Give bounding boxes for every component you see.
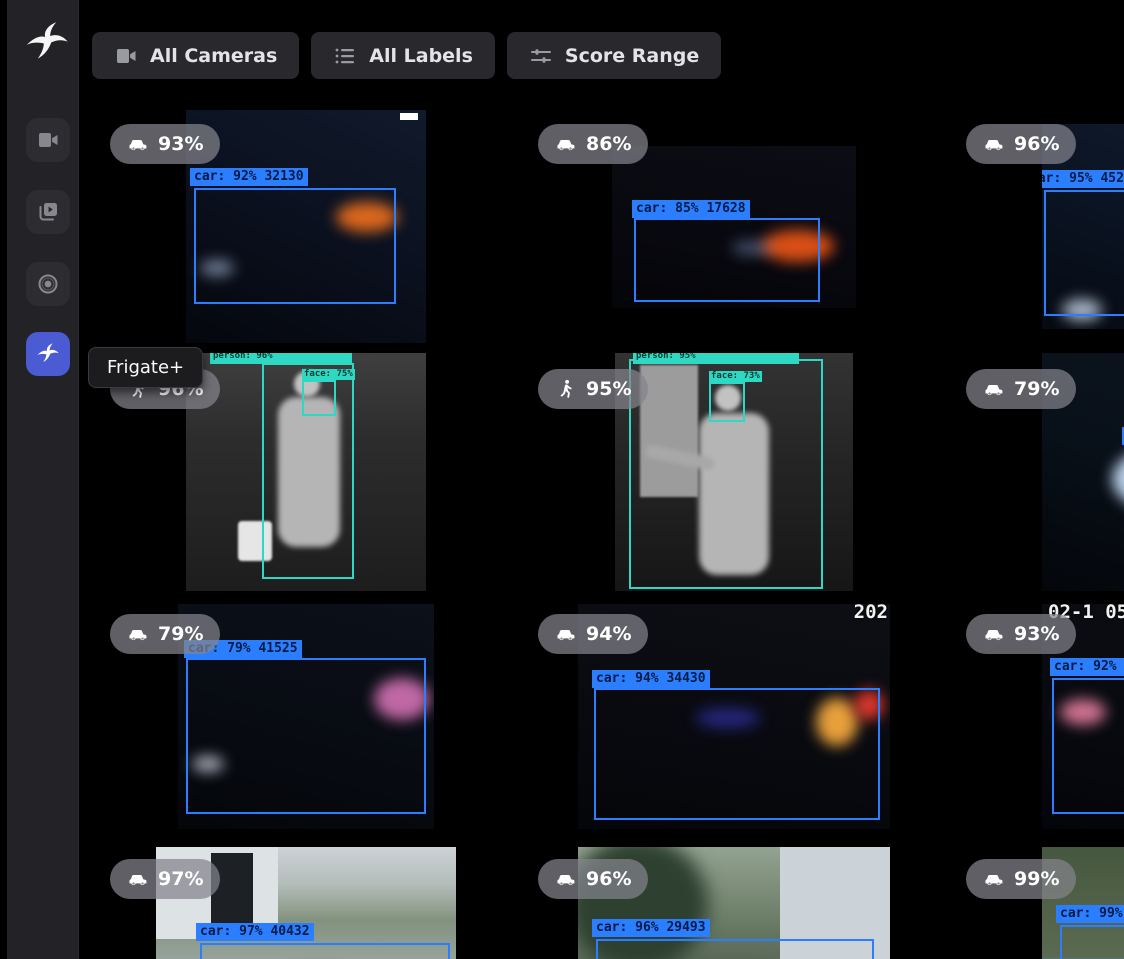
score-range-label: Score Range: [565, 45, 699, 67]
badge-score: 79%: [1014, 378, 1059, 400]
snapshot-thumbnail[interactable]: car: 92% 32130: [186, 110, 426, 343]
detection-card[interactable]: 96% car: 96% 29493: [520, 839, 948, 959]
score-badge: 93%: [110, 124, 220, 164]
frigate-bird-icon: [24, 20, 70, 66]
timestamp-overlay: 202: [854, 604, 888, 623]
badge-score: 86%: [586, 133, 631, 155]
badge-score: 96%: [586, 868, 631, 890]
detection-grid: 93% car: 92% 32130 86% car: 85% 17628: [80, 104, 1124, 959]
badge-score: 95%: [586, 378, 631, 400]
detection-label: car: 92% 4218: [1050, 658, 1124, 676]
detection-label: car: 99% 25: [1056, 905, 1124, 923]
badge-score: 93%: [158, 133, 203, 155]
bounding-box: [1044, 190, 1124, 316]
filter-bar: All Cameras All Labels Score Range: [92, 32, 721, 79]
detection-label: person: 96%: [210, 353, 352, 364]
bounding-box: [594, 688, 880, 820]
sidebar-item-review[interactable]: [26, 190, 70, 234]
score-range-button[interactable]: Score Range: [507, 32, 721, 79]
all-labels-label: All Labels: [369, 45, 473, 67]
badge-score: 94%: [586, 623, 631, 645]
score-badge: 94%: [538, 614, 648, 654]
score-badge: 96%: [538, 859, 648, 899]
badge-score: 97%: [158, 868, 203, 890]
score-badge: 86%: [538, 124, 648, 164]
score-badge: 93%: [966, 614, 1076, 654]
frigate-bird-icon: [36, 342, 60, 366]
badge-score: 96%: [1014, 133, 1059, 155]
doorway-shape: [211, 853, 253, 927]
detection-label: car: 85% 17628: [632, 200, 750, 218]
sidebar-item-live[interactable]: [26, 118, 70, 162]
all-cameras-label: All Cameras: [150, 45, 277, 67]
camera-icon: [114, 44, 138, 68]
snapshot-thumbnail[interactable]: car: 85% 17628: [612, 146, 856, 308]
detection-label: person: 95%: [633, 353, 799, 364]
frigate-logo: [24, 20, 70, 66]
detection-label: car: 97% 40432: [196, 923, 314, 941]
all-labels-button[interactable]: All Labels: [311, 32, 495, 79]
detection-card[interactable]: 96% car: 95% 45260: [948, 104, 1124, 349]
snapshot-thumbnail[interactable]: person: 96% face: 75%: [186, 353, 426, 591]
sidebar: [7, 0, 79, 959]
badge-score: 79%: [158, 623, 203, 645]
car-icon: [127, 133, 149, 155]
badge-score: 93%: [1014, 623, 1059, 645]
bounding-box: [1052, 678, 1124, 814]
sidebar-item-explore[interactable]: [26, 262, 70, 306]
detection-card[interactable]: 93% car: 92% 32130: [92, 104, 520, 349]
detection-card[interactable]: 93% 02-1 05 0 car: 92% 4218: [948, 594, 1124, 839]
badge-score: 99%: [1014, 868, 1059, 890]
face-bounding-box: [302, 380, 336, 416]
detection-card[interactable]: 97% car: 97% 40432: [92, 839, 520, 959]
car-icon: [127, 623, 149, 645]
score-badge: 99%: [966, 859, 1076, 899]
car-icon: [983, 133, 1005, 155]
detection-card[interactable]: 95% person: 95% face: 73%: [520, 349, 948, 594]
face-bounding-box: [709, 382, 745, 422]
bounding-box: [194, 188, 396, 304]
car-icon: [555, 868, 577, 890]
car-icon: [983, 868, 1005, 890]
detection-card[interactable]: 79% car: 79% 41525: [92, 594, 520, 839]
video-clips-icon: [36, 200, 60, 224]
detection-label: car: 92% 32130: [190, 168, 308, 186]
score-badge: 96%: [966, 124, 1076, 164]
bounding-box: [186, 658, 426, 814]
car-icon: [983, 623, 1005, 645]
detection-card[interactable]: 86% car: 85% 17628: [520, 104, 948, 349]
detection-label: car: 96% 29493: [592, 919, 710, 937]
score-badge: 97%: [110, 859, 220, 899]
snapshot-thumbnail[interactable]: person: 95% face: 73%: [615, 353, 853, 591]
bounding-box: [634, 218, 820, 302]
frigate-plus-tooltip: Frigate+: [88, 347, 203, 388]
all-cameras-button[interactable]: All Cameras: [92, 32, 299, 79]
detection-card[interactable]: 79% car: 79%: [948, 349, 1124, 594]
face-label: face: 73%: [709, 371, 762, 382]
person-icon: [555, 378, 577, 400]
score-badge: 95%: [538, 369, 648, 409]
bounding-box: [1060, 925, 1124, 959]
car-icon: [555, 133, 577, 155]
car-icon: [983, 378, 1005, 400]
detection-card[interactable]: 99% car: 99% 25: [948, 839, 1124, 959]
detection-label: car: 95% 45260: [1042, 170, 1124, 188]
car-icon: [127, 868, 149, 890]
list-icon: [333, 44, 357, 68]
sidebar-item-frigate-plus[interactable]: [26, 332, 70, 376]
bounding-box: [596, 939, 874, 959]
timestamp-fragment: [400, 113, 418, 120]
detection-label: car: 94% 34430: [592, 670, 710, 688]
score-badge: 79%: [966, 369, 1076, 409]
face-label: face: 75%: [302, 369, 355, 380]
headlight-glow: [1112, 448, 1124, 510]
score-badge: 79%: [110, 614, 220, 654]
disc-icon: [36, 272, 60, 296]
bounding-box: [200, 943, 450, 959]
video-camera-icon: [36, 128, 60, 152]
frigate-app-window: Frigate+ All Cameras All Labels Score Ra…: [0, 0, 1124, 959]
car-icon: [555, 623, 577, 645]
sliders-icon: [529, 44, 553, 68]
detection-card[interactable]: 94% 202 car: 94% 34430: [520, 594, 948, 839]
